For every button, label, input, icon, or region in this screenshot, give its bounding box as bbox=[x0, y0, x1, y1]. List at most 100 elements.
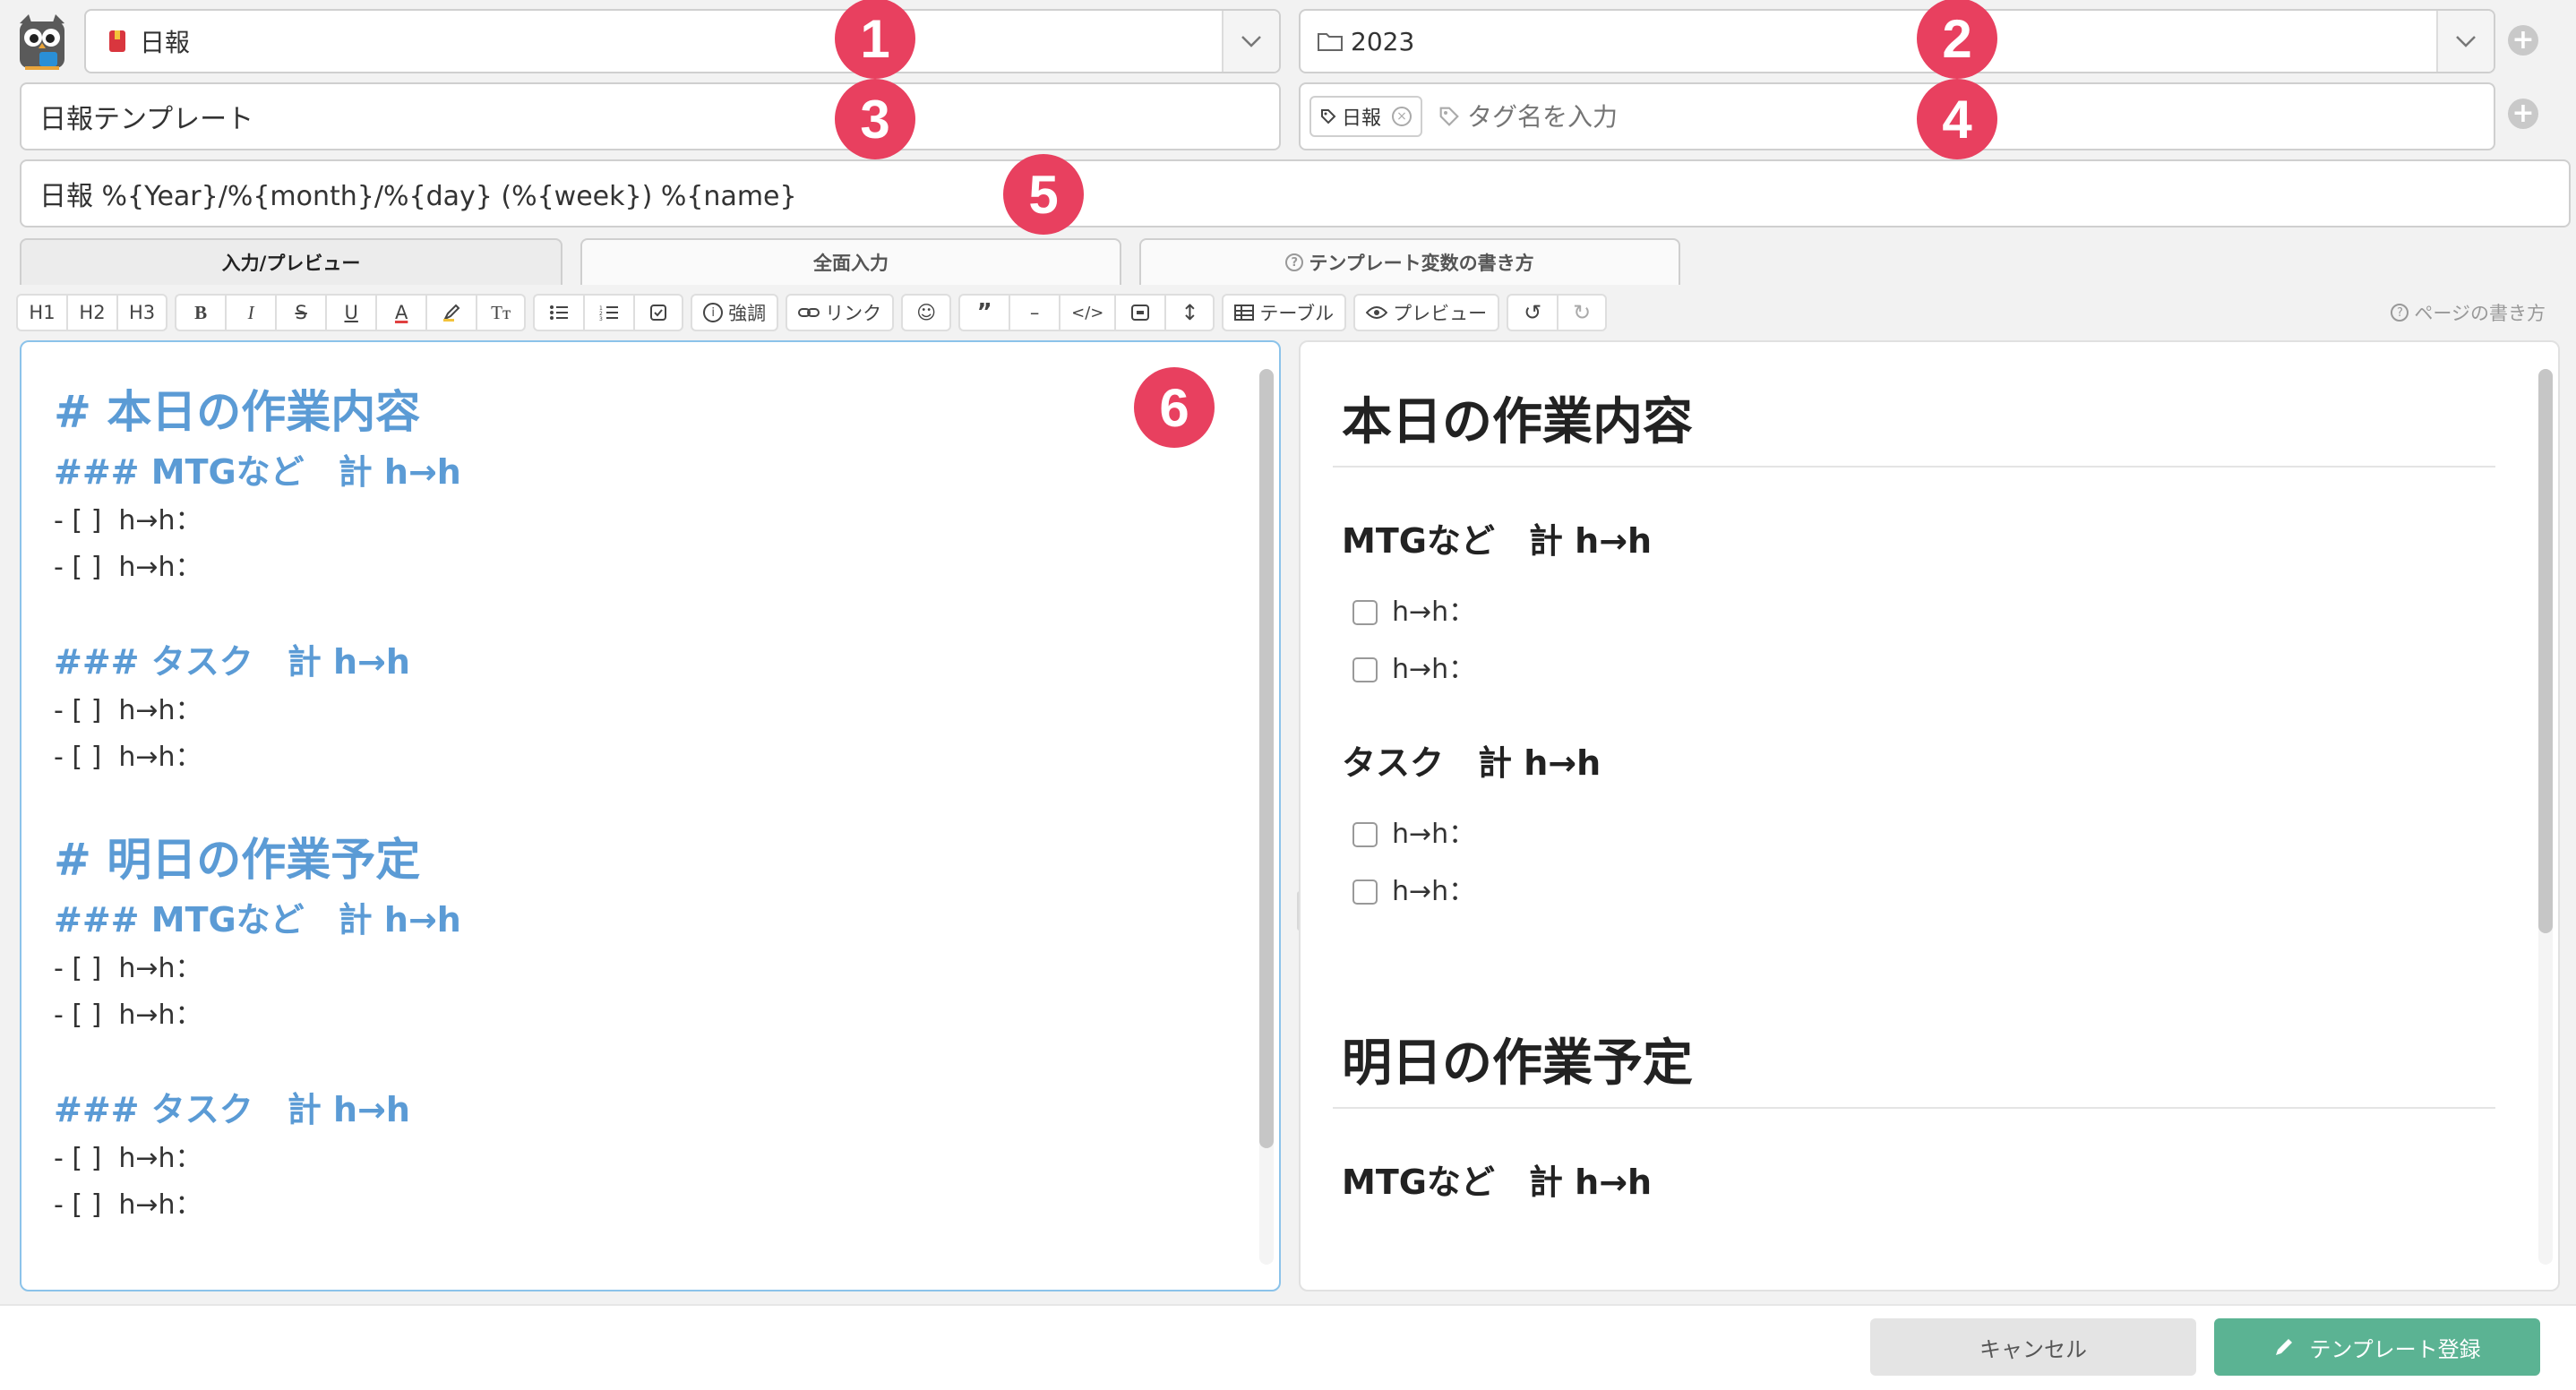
annotation-badge-4: 4 bbox=[1917, 79, 1997, 159]
italic-icon[interactable]: I bbox=[225, 294, 276, 331]
folder-select[interactable]: 2023 bbox=[1299, 9, 2495, 73]
add-tag-icon[interactable]: + bbox=[2508, 99, 2538, 129]
preview-checklist-item: h→h： bbox=[1342, 641, 2495, 699]
editor-line-item: - [ ] h→h： bbox=[54, 695, 202, 726]
code-block-icon[interactable] bbox=[1114, 294, 1165, 331]
category-select[interactable]: 日報 bbox=[84, 9, 1281, 73]
template-name-value: 日報テンプレート bbox=[39, 104, 254, 135]
checkbox[interactable] bbox=[1352, 822, 1378, 847]
tab-label: 全面入力 bbox=[813, 253, 889, 274]
page-writing-help-link[interactable]: ? ページの書き方 bbox=[2391, 299, 2546, 326]
preview-heading-3: MTGなど 計 h→h bbox=[1342, 521, 1653, 561]
underline-icon[interactable]: U bbox=[325, 294, 376, 331]
checkbox[interactable] bbox=[1352, 657, 1378, 682]
line-height-icon[interactable]: ↕ bbox=[1164, 294, 1215, 331]
tab-label: テンプレート変数の書き方 bbox=[1309, 253, 1534, 274]
preview-checklist-item: h→h： bbox=[1342, 863, 2495, 921]
code-icon[interactable]: </> bbox=[1059, 294, 1115, 331]
checklist-text: h→h： bbox=[1392, 596, 1476, 628]
tag-input-field[interactable]: 日報 × bbox=[1299, 82, 2495, 150]
cancel-button[interactable]: キャンセル bbox=[1870, 1318, 2196, 1376]
checkbox-list-icon[interactable] bbox=[633, 294, 684, 331]
numbered-list-icon[interactable]: 123 bbox=[583, 294, 634, 331]
annotation-badge-5: 5 bbox=[1003, 154, 1084, 235]
register-template-label: テンプレート登録 bbox=[2309, 1336, 2481, 1362]
editor-toolbar: H1 H2 H3 B I S U A Tт 123 i 強調 リンク ☺ ” – bbox=[16, 292, 1608, 333]
format-group: B I S U A Tт bbox=[175, 294, 527, 331]
editor-scrollbar[interactable] bbox=[1259, 369, 1274, 1265]
annotation-badge-2: 2 bbox=[1917, 0, 1997, 79]
checklist-text: h→h： bbox=[1392, 654, 1476, 685]
tag-name-input[interactable] bbox=[1467, 101, 1916, 132]
template-name-input[interactable]: 日報テンプレート bbox=[20, 82, 1281, 150]
markdown-preview: 本日の作業内容 MTGなど 計 h→h h→h： h→h： タスク 計 h→h … bbox=[1299, 340, 2560, 1291]
editor-line-h3: ### タスク 計 h→h bbox=[54, 1090, 410, 1129]
editor-line-h3: ### タスク 計 h→h bbox=[54, 642, 410, 682]
tag-chip[interactable]: 日報 × bbox=[1309, 96, 1423, 137]
editor-scrollbar-thumb[interactable] bbox=[1259, 369, 1274, 1148]
folder-icon bbox=[1317, 30, 1344, 52]
h1-button[interactable]: H1 bbox=[16, 294, 66, 331]
preview-scrollbar-thumb[interactable] bbox=[2538, 369, 2553, 933]
history-group: ↺ ↻ bbox=[1507, 294, 1608, 331]
svg-text:3: 3 bbox=[599, 316, 603, 321]
tab-full-input[interactable]: 全面入力 bbox=[580, 238, 1121, 285]
markdown-editor[interactable]: # 本日の作業内容 ### MTGなど 計 h→h - [ ] h→h： - [ ] … bbox=[20, 340, 1281, 1291]
text-size-icon[interactable]: Tт bbox=[476, 294, 527, 331]
app-logo-owl-icon bbox=[16, 14, 68, 72]
editor-line-h1: # 明日の作業予定 bbox=[54, 834, 421, 886]
table-button[interactable]: テーブル bbox=[1222, 294, 1347, 331]
preview-content: 本日の作業内容 MTGなど 計 h→h h→h： h→h： タスク 計 h→h … bbox=[1333, 378, 2495, 1225]
preview-scrollbar[interactable] bbox=[2538, 369, 2553, 1265]
preview-button[interactable]: プレビュー bbox=[1353, 294, 1500, 331]
emphasis-label: 強調 bbox=[728, 303, 767, 324]
undo-icon[interactable]: ↺ bbox=[1507, 294, 1558, 331]
checklist-text: h→h： bbox=[1392, 819, 1476, 850]
editor-line-h3: ### MTGなど 計 h→h bbox=[54, 452, 461, 492]
redo-icon[interactable]: ↻ bbox=[1557, 294, 1608, 331]
eye-icon bbox=[1366, 306, 1388, 319]
register-template-button[interactable]: テンプレート登録 bbox=[2214, 1318, 2540, 1376]
block-group: ” – </> ↕ bbox=[958, 294, 1215, 331]
bullet-list-icon[interactable] bbox=[533, 294, 584, 331]
tab-label: 入力/プレビュー bbox=[221, 253, 361, 274]
link-button[interactable]: リンク bbox=[786, 294, 895, 331]
title-format-input[interactable]: 日報 %{Year}/%{month}/%{day} (%{week}) %{n… bbox=[20, 159, 2571, 227]
chevron-down-icon[interactable] bbox=[2436, 11, 2494, 72]
horizontal-rule-icon[interactable]: – bbox=[1009, 294, 1060, 331]
h2-button[interactable]: H2 bbox=[66, 294, 116, 331]
folder-select-value: 2023 bbox=[1351, 26, 1415, 56]
markdown-lines: # 本日の作業内容 ### MTGなど 計 h→h - [ ] h→h： - [ ] … bbox=[54, 378, 1225, 1229]
link-icon bbox=[798, 308, 820, 317]
quote-icon[interactable]: ” bbox=[958, 294, 1009, 331]
title-format-value: 日報 %{Year}/%{month}/%{day} (%{week}) %{n… bbox=[39, 181, 797, 212]
annotation-badge-6: 6 bbox=[1134, 367, 1215, 448]
emoji-icon[interactable]: ☺ bbox=[901, 294, 952, 331]
preview-heading-3: タスク 計 h→h bbox=[1342, 743, 1601, 783]
font-color-icon[interactable]: A bbox=[375, 294, 426, 331]
bold-icon[interactable]: B bbox=[175, 294, 226, 331]
link-label: リンク bbox=[825, 303, 882, 324]
tag-icon bbox=[1321, 109, 1336, 124]
heading-group: H1 H2 H3 bbox=[16, 294, 168, 331]
emphasis-button[interactable]: i 強調 bbox=[691, 294, 779, 331]
highlighter-icon[interactable] bbox=[425, 294, 477, 331]
tab-template-variables[interactable]: ? テンプレート変数の書き方 bbox=[1139, 238, 1680, 285]
add-folder-icon[interactable]: + bbox=[2508, 25, 2538, 56]
table-icon bbox=[1234, 305, 1255, 321]
preview-checklist-item: h→h： bbox=[1342, 584, 2495, 641]
editor-line-item: - [ ] h→h： bbox=[54, 1143, 202, 1174]
strikethrough-icon[interactable]: S bbox=[275, 294, 326, 331]
editor-line-h1: # 本日の作業内容 bbox=[54, 386, 421, 438]
pencil-icon bbox=[2276, 1339, 2293, 1355]
checkbox[interactable] bbox=[1352, 600, 1378, 625]
tag-remove-icon[interactable]: × bbox=[1392, 107, 1413, 126]
tag-input-icon bbox=[1438, 106, 1460, 127]
h3-button[interactable]: H3 bbox=[116, 294, 168, 331]
help-circle-icon: ? bbox=[2391, 304, 2409, 322]
info-circle-icon: i bbox=[703, 303, 724, 322]
tab-input-preview[interactable]: 入力/プレビュー bbox=[20, 238, 562, 285]
editor-line-h3: ### MTGなど 計 h→h bbox=[54, 900, 461, 940]
checkbox[interactable] bbox=[1352, 879, 1378, 905]
chevron-down-icon[interactable] bbox=[1222, 11, 1279, 72]
